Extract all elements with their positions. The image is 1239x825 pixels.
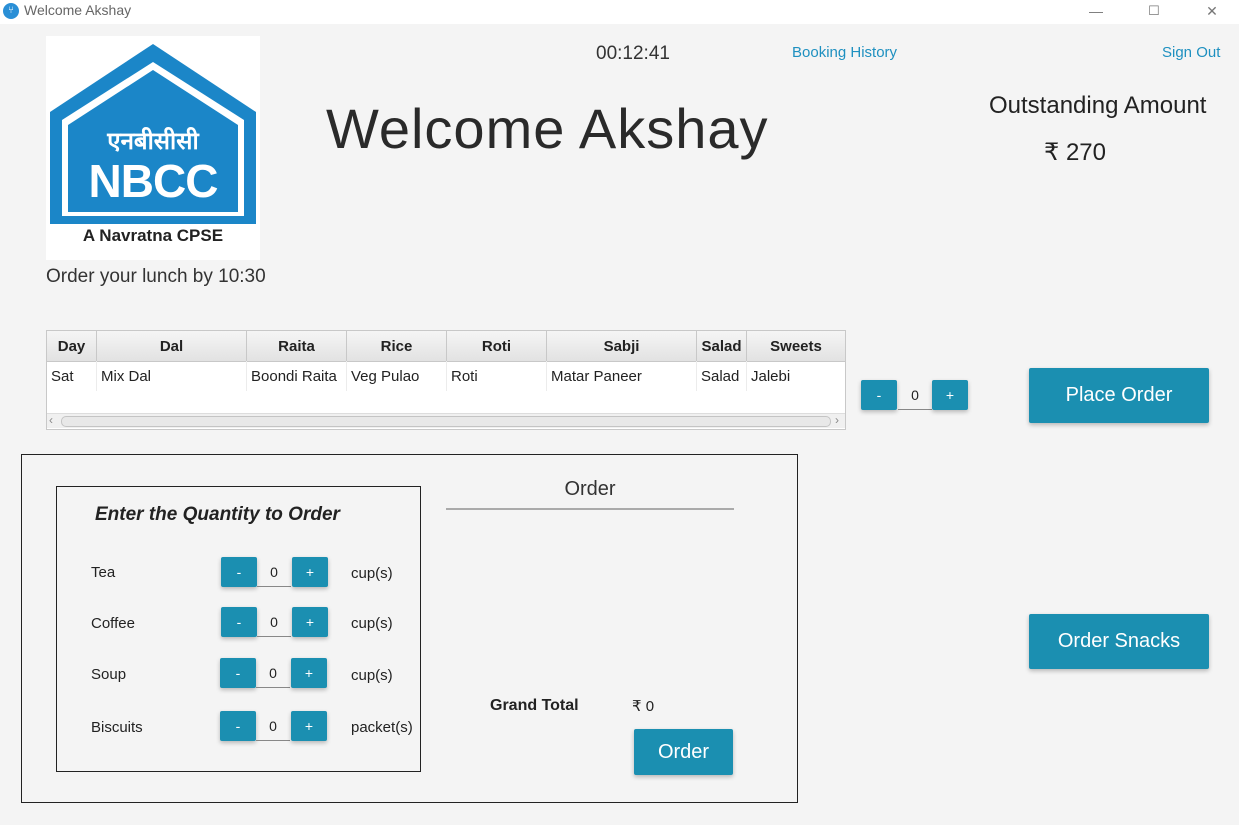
title-bar	[0, 0, 1239, 24]
soup-quantity-field[interactable]: 0	[256, 658, 290, 688]
column-header[interactable]: Sabji	[547, 331, 697, 361]
column-header[interactable]: Sweets	[747, 331, 845, 361]
clock: 00:12:41	[596, 43, 670, 64]
biscuits-minus-button[interactable]: -	[220, 711, 256, 741]
sign-out-link[interactable]: Sign Out	[1162, 44, 1220, 61]
snack-unit: cup(s)	[351, 667, 393, 684]
place-order-button[interactable]: Place Order	[1029, 368, 1209, 423]
lunch-quantity-field[interactable]: 0	[898, 380, 932, 410]
nbcc-logo: एनबीसीसी NBCC A Navratna CPSE	[46, 36, 260, 260]
table-cell: Matar Paneer	[547, 361, 697, 391]
grand-total-value: ₹ 0	[632, 698, 655, 715]
table-cell: Boondi Raita	[247, 361, 347, 391]
logo-hindi-text: एनबीसीसी	[107, 128, 199, 155]
scroll-left-icon[interactable]: ‹	[49, 413, 53, 427]
snack-label-coffee: Coffee	[91, 615, 135, 632]
snacks-quantity-title: Enter the Quantity to Order	[95, 504, 340, 525]
table-cell: Salad	[697, 361, 747, 391]
column-header[interactable]: Roti	[447, 331, 547, 361]
coffee-plus-button[interactable]: +	[292, 607, 328, 637]
snack-unit: cup(s)	[351, 565, 393, 582]
coffee-quantity-field[interactable]: 0	[257, 607, 291, 637]
snack-unit: cup(s)	[351, 615, 393, 632]
snack-label-tea: Tea	[91, 564, 116, 581]
biscuits-plus-button[interactable]: +	[291, 711, 327, 741]
table-cell: Veg Pulao	[347, 361, 447, 391]
order-snacks-button[interactable]: Order Snacks	[1029, 614, 1209, 669]
scrollbar-thumb[interactable]	[61, 416, 831, 427]
lunch-plus-button[interactable]: +	[932, 380, 968, 410]
logo-name: NBCC	[88, 155, 219, 207]
table-cell: Sat	[47, 361, 97, 391]
coffee-minus-button[interactable]: -	[221, 607, 257, 637]
snack-unit: packet(s)	[351, 719, 413, 736]
table-header: Day Dal Raita Rice Roti Sabji Salad Swee…	[47, 331, 845, 362]
scroll-right-icon[interactable]: ›	[835, 413, 839, 427]
outstanding-amount-label: Outstanding Amount	[989, 92, 1207, 119]
booking-history-link[interactable]: Booking History	[792, 44, 897, 61]
order-deadline-text: Order your lunch by 10:30	[46, 266, 266, 287]
snack-label-soup: Soup	[91, 666, 127, 683]
table-cell: Jalebi	[751, 368, 791, 385]
tea-plus-button[interactable]: +	[292, 557, 328, 587]
tea-minus-button[interactable]: -	[221, 557, 257, 587]
order-summary-heading: Order	[564, 478, 616, 500]
table-cell: Mix Dal	[97, 361, 247, 391]
close-button[interactable]: ✕	[1189, 0, 1235, 24]
tea-quantity-field[interactable]: 0	[257, 557, 291, 587]
column-header[interactable]: Rice	[347, 331, 447, 361]
column-header[interactable]: Salad	[697, 331, 747, 361]
welcome-heading: Welcome Akshay	[326, 97, 769, 160]
app-icon: ⑂	[3, 3, 19, 19]
grand-total-label: Grand Total	[490, 697, 579, 714]
soup-plus-button[interactable]: +	[291, 658, 327, 688]
lunch-minus-button[interactable]: -	[861, 380, 897, 410]
column-header[interactable]: Day	[47, 331, 97, 361]
window-title: Welcome Akshay	[24, 2, 132, 18]
horizontal-scrollbar[interactable]: ‹ ›	[47, 413, 845, 428]
minimize-button[interactable]: —	[1073, 0, 1119, 24]
soup-minus-button[interactable]: -	[220, 658, 256, 688]
order-button[interactable]: Order	[634, 729, 733, 775]
column-header[interactable]: Dal	[97, 331, 247, 361]
menu-table: Day Dal Raita Rice Roti Sabji Salad Swee…	[46, 330, 846, 430]
outstanding-amount-value: ₹ 270	[1044, 139, 1106, 166]
biscuits-quantity-field[interactable]: 0	[256, 711, 290, 741]
order-summary-divider	[446, 508, 734, 510]
table-cell: Roti	[447, 361, 547, 391]
logo-tagline: A Navratna CPSE	[82, 226, 224, 245]
column-header[interactable]: Raita	[247, 331, 347, 361]
snack-label-biscuits: Biscuits	[91, 719, 143, 736]
maximize-button[interactable]: ☐	[1131, 0, 1177, 24]
